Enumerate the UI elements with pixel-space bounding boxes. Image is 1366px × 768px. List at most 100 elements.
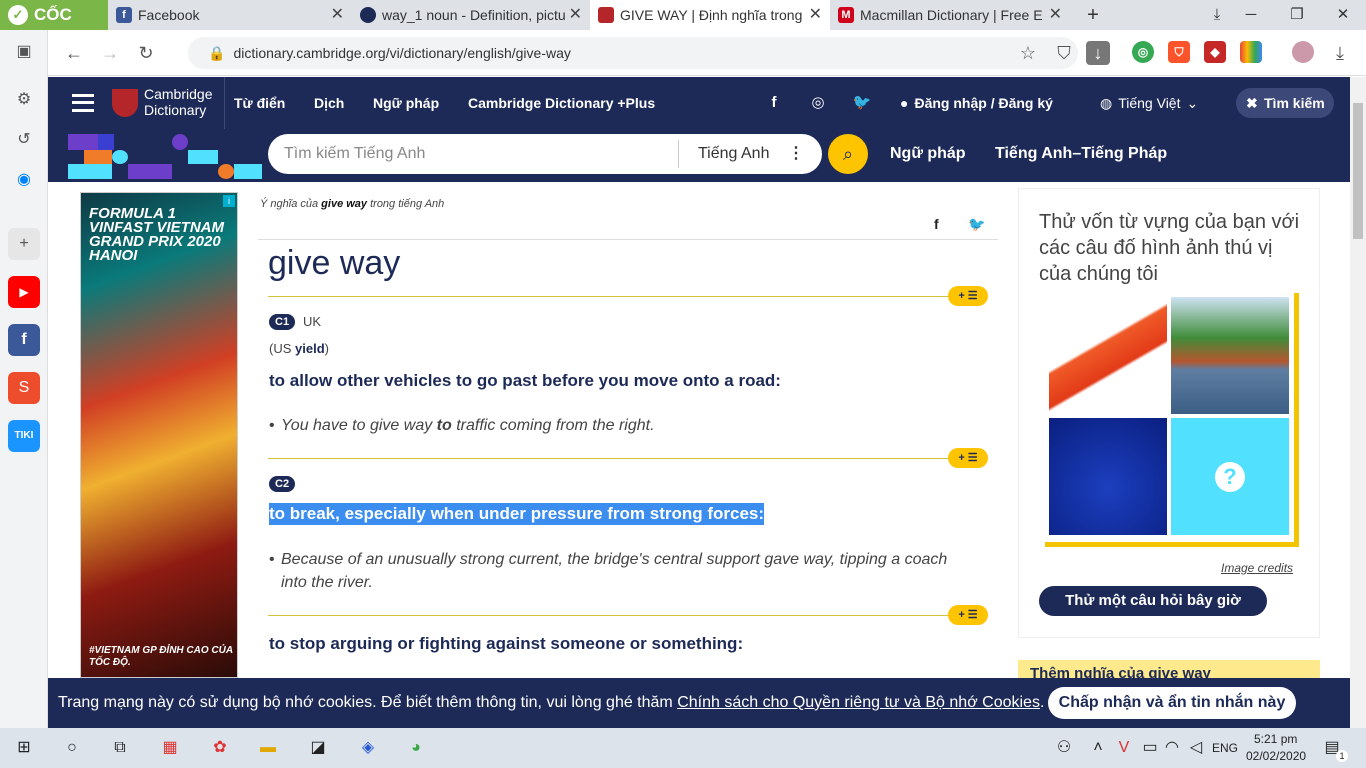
battery-icon[interactable]: ▭ <box>1138 736 1162 760</box>
file-explorer-icon[interactable]: ▬ <box>256 736 280 760</box>
download-icon[interactable]: ⤓ <box>1326 39 1354 67</box>
more-options-icon[interactable]: ⋮ <box>788 134 804 174</box>
address-field[interactable]: 🔒 dictionary.cambridge.org/vi/dictionary/… <box>188 37 1078 69</box>
chevron-up-icon[interactable]: ˄ <box>1086 736 1110 760</box>
reload-icon[interactable]: ↻ <box>132 39 160 67</box>
facebook-icon[interactable]: f <box>8 324 40 356</box>
add-shortcut-icon[interactable]: + <box>8 228 40 260</box>
app-icon[interactable]: ✿ <box>208 736 232 760</box>
browser-menu-button[interactable]: ✓CỐC CỐC <box>0 0 108 54</box>
nav-dictionary[interactable]: Từ điển <box>234 77 285 129</box>
shield-icon[interactable]: ⛉ <box>1050 39 1078 67</box>
new-tab-button[interactable]: + <box>1070 0 1116 30</box>
page-scrollbar[interactable] <box>1350 77 1366 728</box>
language-selector[interactable]: ◍ Tiếng Việt ⌄ <box>1100 77 1198 129</box>
definition-text: to stop arguing or fighting against some… <box>269 634 744 653</box>
messenger-icon[interactable]: ◉ <box>8 164 40 196</box>
volume-icon[interactable]: ◁ <box>1184 736 1208 760</box>
close-tab-icon[interactable]: ✕ <box>569 0 582 30</box>
add-to-wordlist-button[interactable]: + ☰ <box>948 286 988 306</box>
tab-macmillan[interactable]: M Macmillan Dictionary | Free E ✕ <box>830 0 1070 30</box>
add-to-wordlist-button[interactable]: + ☰ <box>948 605 988 625</box>
extension-icon[interactable] <box>1240 41 1262 63</box>
tab-oxford[interactable]: way_1 noun - Definition, pictu ✕ <box>352 0 590 30</box>
input-language[interactable]: ENG <box>1212 741 1238 755</box>
scrollbar-thumb[interactable] <box>1353 103 1363 239</box>
shopee-icon[interactable]: S <box>8 372 40 404</box>
close-window-button[interactable]: ✕ <box>1320 0 1366 30</box>
extension-icon[interactable]: ◎ <box>1132 41 1154 63</box>
app-icon[interactable]: ◈ <box>356 736 380 760</box>
dictionary-language-select[interactable]: Tiếng Anh <box>698 134 769 174</box>
address-bar-row: ← → ↻ 🔒 dictionary.cambridge.org/vi/dicti… <box>48 30 1366 76</box>
nav-plus[interactable]: Cambridge Dictionary +Plus <box>468 77 655 129</box>
twitter-icon[interactable]: 🐦 <box>852 93 872 113</box>
headword: give way <box>268 244 401 282</box>
advertisement[interactable]: i FORMULA 1 VINFAST VIETNAM GRAND PRIX 2… <box>80 192 238 678</box>
coccoc-browser-icon[interactable]: ◕ <box>404 736 428 760</box>
close-tab-icon[interactable]: ✕ <box>1049 0 1062 30</box>
task-view-icon[interactable]: ⧉ <box>108 736 132 760</box>
nav-translate[interactable]: Dịch <box>314 77 344 129</box>
share-twitter-icon[interactable]: 🐦 <box>968 216 985 233</box>
tab-cambridge[interactable]: GIVE WAY | Định nghĩa trong ✕ <box>590 0 830 30</box>
site-logo[interactable]: Cambridge Dictionary <box>144 86 212 118</box>
instagram-icon[interactable]: ◎ <box>808 93 828 113</box>
bookmark-star-icon[interactable]: ☆ <box>1014 39 1042 67</box>
decor-block <box>234 164 262 179</box>
minimize-button[interactable]: ─ <box>1228 0 1274 30</box>
close-icon: ✖ <box>1246 95 1258 111</box>
clock-time[interactable]: 5:21 pm <box>1254 732 1297 746</box>
variant-label: (US yield) <box>269 341 329 356</box>
kayak-image[interactable] <box>1049 297 1167 414</box>
clock-date[interactable]: 02/02/2020 <box>1246 749 1306 763</box>
mystery-image[interactable]: ? <box>1171 418 1289 535</box>
start-quiz-button[interactable]: Thử một câu hỏi bây giờ <box>1039 586 1267 616</box>
share-facebook-icon[interactable]: f <box>934 216 939 232</box>
accept-cookies-button[interactable]: Chấp nhận và ẩn tin nhắn này <box>1048 687 1296 719</box>
link-grammar[interactable]: Ngữ pháp <box>890 129 966 179</box>
image-credits-link[interactable]: Image credits <box>1221 561 1293 575</box>
sidebar-toggle-icon[interactable]: ▣ <box>8 36 40 68</box>
sticky-notes-icon[interactable]: ◪ <box>306 736 330 760</box>
privacy-policy-link[interactable]: Chính sách cho Quyền riêng tư và Bộ nhớ … <box>677 694 1040 711</box>
site-header: Cambridge Dictionary Từ điển Dịch Ngữ phá… <box>48 77 1350 129</box>
more-meanings-header[interactable]: Thêm nghĩa của give way <box>1018 660 1320 680</box>
adblock-icon[interactable]: ⛉ <box>1168 41 1190 63</box>
download-icon[interactable]: ↓ <box>1086 41 1110 65</box>
unikey-icon[interactable]: V <box>1112 736 1136 760</box>
nav-grammar[interactable]: Ngữ pháp <box>373 77 439 129</box>
wifi-icon[interactable]: ◠ <box>1160 736 1184 760</box>
link-english-french[interactable]: Tiếng Anh–Tiếng Pháp <box>995 129 1167 179</box>
search-icon[interactable]: ○ <box>60 736 84 760</box>
search-bar: Tìm kiếm Tiếng Anh Tiếng Anh ⋮ ⌕ Ngữ phá… <box>48 129 1350 182</box>
people-icon[interactable]: ⚇ <box>1052 736 1076 760</box>
youtube-icon[interactable]: ▶ <box>8 276 40 308</box>
barge-image[interactable] <box>1171 297 1289 414</box>
header-divider <box>224 77 225 129</box>
forward-icon[interactable]: → <box>96 39 124 67</box>
settings-icon[interactable]: ⚙ <box>8 84 40 116</box>
search-button[interactable]: ⌕ <box>828 134 868 174</box>
tab-facebook[interactable]: f Facebook ✕ <box>108 0 352 30</box>
windows-start-icon[interactable]: ⊞ <box>12 736 36 760</box>
back-icon[interactable]: ← <box>60 39 88 67</box>
maximize-button[interactable]: ❐ <box>1274 0 1320 30</box>
anchor-image[interactable] <box>1049 418 1167 535</box>
search-toggle-button[interactable]: ✖ Tìm kiếm <box>1236 88 1334 118</box>
add-to-wordlist-button[interactable]: + ☰ <box>948 448 988 468</box>
facebook-icon[interactable]: f <box>764 93 784 113</box>
login-link[interactable]: ● Đăng nhập / Đăng ký <box>900 77 1053 129</box>
close-tab-icon[interactable]: ✕ <box>809 0 822 30</box>
avatar[interactable] <box>1292 41 1314 63</box>
hamburger-menu-icon[interactable] <box>72 94 94 112</box>
app-icon[interactable]: ▦ <box>158 736 182 760</box>
region-label: UK <box>303 314 322 329</box>
history-icon[interactable]: ↺ <box>8 124 40 156</box>
search-input[interactable]: Tìm kiếm Tiếng Anh Tiếng Anh ⋮ <box>268 134 822 174</box>
extension-icon[interactable]: ◆ <box>1204 41 1226 63</box>
tiki-icon[interactable]: TIKI <box>8 420 40 452</box>
close-tab-icon[interactable]: ✕ <box>331 0 344 30</box>
cookie-banner: Trang mạng này có sử dụng bộ nhớ cookies… <box>48 678 1350 728</box>
ad-info-icon[interactable]: i <box>223 195 235 207</box>
